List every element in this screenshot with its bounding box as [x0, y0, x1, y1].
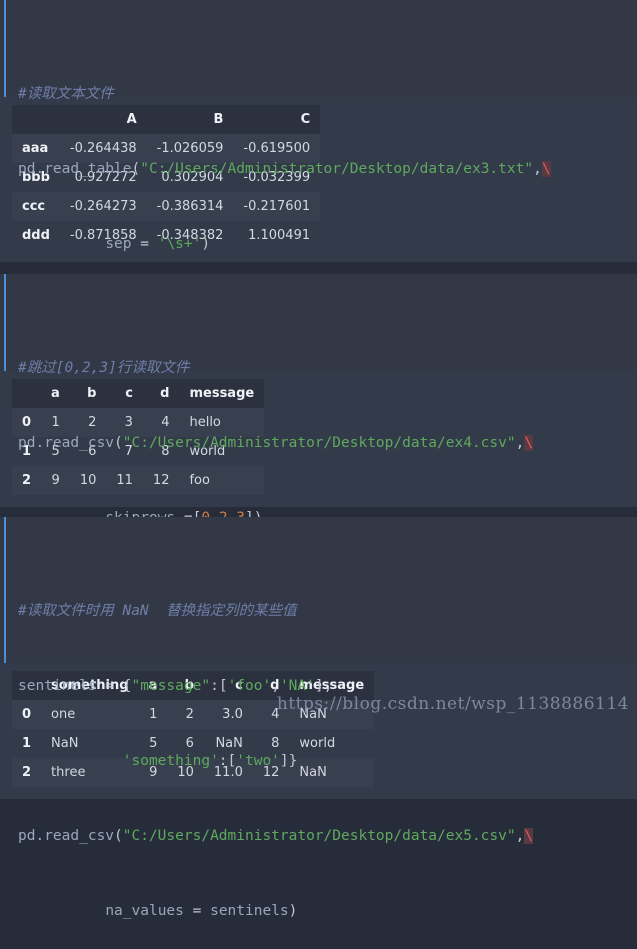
code-block-3: #读取文件时用 NaN 替换指定列的某些值 sentinels = {"mess…: [0, 517, 637, 919]
code-arg-line: na_values = sentinels): [0, 899, 637, 924]
code-accent-bar: [4, 274, 6, 371]
code-accent-bar: [4, 517, 6, 663]
dict-value-na: 'NA': [279, 678, 315, 694]
code-call-line: pd.read_table("C:/Users/Administrator/De…: [0, 157, 637, 182]
line-continuation: \: [524, 828, 534, 844]
assign-op: =: [183, 903, 211, 919]
code-dict-line: sentinels = {"message":['foo','NA'],: [0, 674, 637, 699]
dict-value-foo: 'foo': [227, 678, 272, 694]
variable-sentinels: sentinels: [18, 678, 97, 694]
arg-value-sentinels: sentinels: [210, 903, 289, 919]
code-arg-line: sep = '\s+'): [0, 232, 637, 257]
path-string: "C:/Users/Administrator/Desktop/data/ex4…: [122, 435, 516, 451]
code-comment-line: #读取文件时用 NaN 替换指定列的某些值: [0, 599, 637, 624]
comma: ,: [533, 161, 542, 177]
comment-text: #跳过[0,2,3]行读取文件: [18, 360, 190, 376]
sep-value: '\s+': [157, 236, 202, 252]
code-call-line: pd.read_csv("C:/Users/Administrator/Desk…: [0, 431, 637, 456]
list-sep: ,: [271, 678, 280, 694]
code-dict-line-2: 'something':['two']}: [0, 749, 637, 774]
close-bracket-comma: ],: [314, 678, 333, 694]
function-name: pd.read_csv: [18, 435, 115, 451]
function-name: pd.read_table: [18, 161, 132, 177]
function-name: pd.read_csv: [18, 828, 115, 844]
arg-name-na-values: na_values: [105, 903, 184, 919]
code-comment-line: #跳过[0,2,3]行读取文件: [0, 356, 637, 381]
dict-value-two: 'two': [236, 753, 280, 769]
path-string: "C:/Users/Administrator/Desktop/data/ex3…: [140, 161, 534, 177]
close-paren: ): [201, 236, 211, 252]
close-paren: ): [288, 903, 298, 919]
comment-text: #读取文本文件: [18, 86, 114, 102]
open-paren: (: [131, 161, 141, 177]
open-paren: (: [114, 828, 123, 844]
code-block-2: #跳过[0,2,3]行读取文件 pd.read_csv("C:/Users/Ad…: [0, 274, 637, 526]
dict-key-something: 'something': [122, 753, 219, 769]
close-bracket-brace: ]}: [279, 753, 298, 769]
comment-text: #读取文件时用 NaN 替换指定列的某些值: [18, 603, 297, 619]
arg-name-sep: sep: [105, 236, 132, 252]
code-comment-line: #读取文本文件: [0, 82, 637, 107]
line-continuation: \: [524, 435, 534, 451]
colon-bracket: :[: [210, 678, 228, 694]
line-continuation: \: [541, 161, 551, 177]
colon-bracket: :[: [218, 753, 237, 769]
code-block-1: #读取文本文件 pd.read_table("C:/Users/Administ…: [0, 0, 637, 252]
path-string: "C:/Users/Administrator/Desktop/data/ex5…: [122, 828, 516, 844]
dict-key-message: "message": [131, 678, 211, 694]
assign-op: =: [131, 236, 158, 252]
open-brace: {: [122, 678, 132, 694]
assign-op: =: [96, 678, 123, 694]
open-paren: (: [114, 435, 123, 451]
code-accent-bar: [4, 0, 6, 97]
code-call-line: pd.read_csv("C:/Users/Administrator/Desk…: [0, 824, 637, 849]
